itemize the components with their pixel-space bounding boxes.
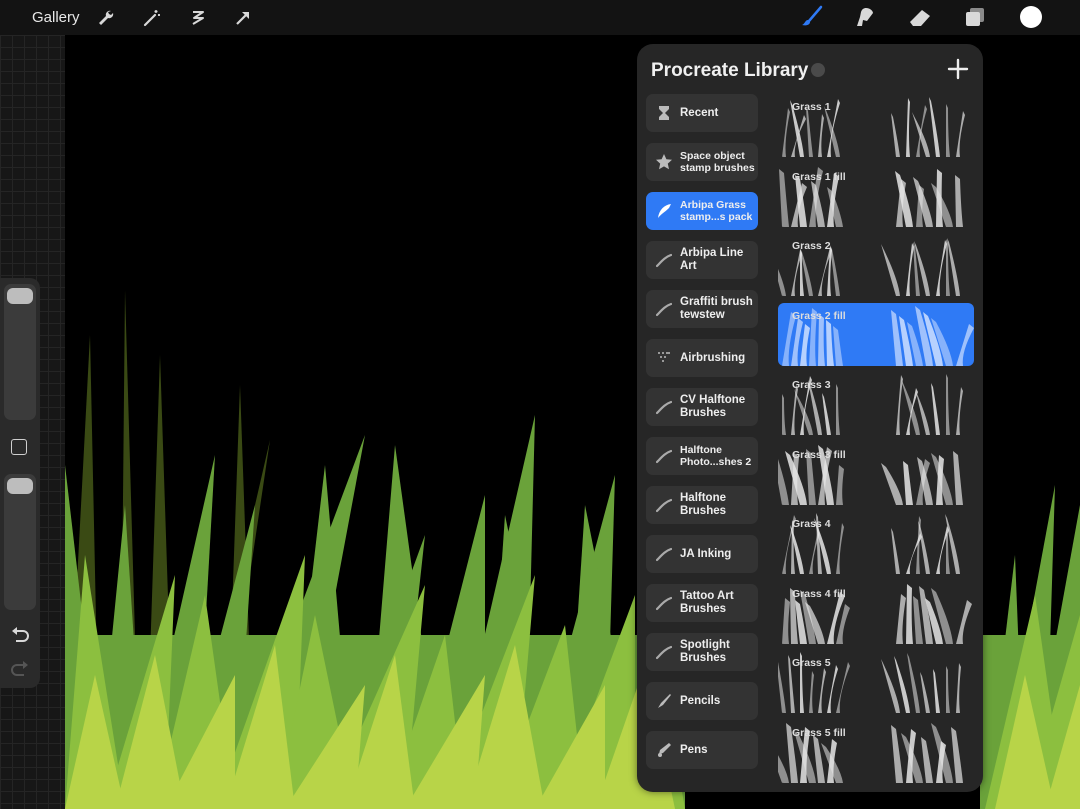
- smudge-icon[interactable]: [854, 6, 876, 28]
- feather-icon: [658, 204, 671, 218]
- brush-label: Grass 5 fill: [792, 726, 846, 739]
- star-icon: [656, 154, 672, 170]
- pen-icon: [658, 743, 671, 757]
- chevron-down-icon[interactable]: [811, 63, 825, 77]
- brush-item[interactable]: Grass 4: [778, 511, 974, 574]
- stroke-icon: [656, 400, 672, 415]
- plus-icon[interactable]: [947, 58, 969, 80]
- brush-set-label: Graffiti brush tewstew: [680, 296, 753, 321]
- brush-set-item[interactable]: Halftone Photo...shes 2: [646, 437, 758, 475]
- brush-set-label: Spotlight Brushes: [680, 639, 730, 664]
- pencil-icon: [658, 694, 671, 708]
- brush-label: Grass 2: [792, 240, 831, 252]
- brush-label: Grass 5: [792, 657, 831, 669]
- brush-set-item[interactable]: Spotlight Brushes: [646, 633, 758, 671]
- selection-icon[interactable]: [188, 8, 208, 28]
- brush-label: Grass 4 fill: [792, 587, 846, 600]
- stroke-icon: [656, 645, 672, 660]
- redo-icon[interactable]: [10, 660, 30, 678]
- brush-set-label: CV Halftone Brushes: [680, 394, 746, 419]
- panel-title: Procreate Library: [651, 60, 809, 81]
- brush-item[interactable]: Grass 2: [778, 233, 974, 296]
- brush-label: Grass 1: [792, 101, 831, 113]
- brush-set-item[interactable]: Space object stamp brushes: [646, 143, 758, 181]
- stroke-icon: [656, 547, 672, 562]
- airbrush-icon: [658, 352, 670, 362]
- brush-label: Grass 2 fill: [792, 309, 846, 322]
- brush-set-label: Airbrushing: [680, 351, 746, 364]
- stroke-icon: [656, 253, 672, 268]
- brush-label: Grass 4: [792, 518, 831, 530]
- brush-set-item[interactable]: Recent: [646, 94, 758, 132]
- layers-icon[interactable]: [964, 6, 986, 28]
- brush-set-item[interactable]: Halftone Brushes: [646, 486, 758, 524]
- transform-arrow-icon[interactable]: [233, 8, 253, 28]
- brush-set-label: Space object stamp brushes: [680, 150, 755, 174]
- opacity-slider[interactable]: [4, 474, 36, 610]
- brush-set-item[interactable]: Arbipa Line Art: [646, 241, 758, 279]
- undo-icon[interactable]: [10, 626, 30, 644]
- brush-item[interactable]: Grass 3 fill: [778, 442, 974, 505]
- brush-size-thumb[interactable]: [7, 288, 33, 304]
- stroke-icon: [656, 498, 672, 513]
- brush-set-item[interactable]: Graffiti brush tewstew: [646, 290, 758, 328]
- brush-set-label: Arbipa Line Art: [680, 247, 744, 272]
- stroke-icon: [656, 449, 672, 464]
- opacity-thumb[interactable]: [7, 478, 33, 494]
- stroke-icon: [656, 596, 672, 611]
- brush-set-label: Pens: [680, 743, 708, 756]
- brush-label: Grass 1 fill: [792, 170, 846, 183]
- brush-item[interactable]: Grass 3: [778, 372, 974, 435]
- brush-library-panel: Procreate Library Recent Space object sta…: [637, 44, 983, 792]
- brush-set-label: Halftone Photo...shes 2: [680, 444, 752, 468]
- brush-item[interactable]: Grass 1: [778, 94, 974, 157]
- brush-label: Grass 3 fill: [792, 448, 846, 461]
- brush-set-item[interactable]: Airbrushing: [646, 339, 758, 377]
- eraser-icon[interactable]: [908, 8, 932, 28]
- brush-set-label: Tattoo Art Brushes: [680, 590, 734, 615]
- brush-item[interactable]: Grass 4 fill: [778, 581, 974, 644]
- hourglass-icon: [659, 106, 669, 120]
- brush-item[interactable]: Grass 1 fill: [778, 164, 974, 227]
- brush-size-slider[interactable]: [4, 284, 36, 420]
- brush-set-item[interactable]: JA Inking: [646, 535, 758, 573]
- brush-set-item[interactable]: Arbipa Grass stamp...s pack: [646, 192, 758, 230]
- gallery-button[interactable]: Gallery: [32, 9, 80, 26]
- wrench-icon[interactable]: [96, 8, 116, 28]
- brush-set-label: Halftone Brushes: [680, 492, 727, 517]
- brush-label: Grass 3: [792, 379, 831, 391]
- brush-set-label: Recent: [680, 106, 719, 119]
- brush-set-item[interactable]: Pencils: [646, 682, 758, 720]
- modify-square-icon[interactable]: [11, 439, 27, 455]
- color-icon[interactable]: [1020, 6, 1042, 28]
- magic-wand-icon[interactable]: [142, 8, 162, 28]
- left-sidebar: [0, 278, 40, 688]
- stroke-icon: [656, 302, 672, 317]
- brush-item[interactable]: Grass 5 fill: [778, 720, 974, 783]
- top-toolbar: Gallery: [0, 0, 1080, 35]
- brush-set-label: Arbipa Grass stamp...s pack: [680, 199, 753, 223]
- brush-set-label: Pencils: [680, 694, 721, 707]
- brush-set-item[interactable]: Pens: [646, 731, 758, 769]
- brush-item[interactable]: Grass 5: [778, 650, 974, 713]
- brush-set-label: JA Inking: [680, 547, 732, 560]
- brush-set-item[interactable]: CV Halftone Brushes: [646, 388, 758, 426]
- brush-item[interactable]: Grass 2 fill: [778, 302, 974, 366]
- brush-set-item[interactable]: Tattoo Art Brushes: [646, 584, 758, 622]
- brush-icon[interactable]: [800, 5, 824, 29]
